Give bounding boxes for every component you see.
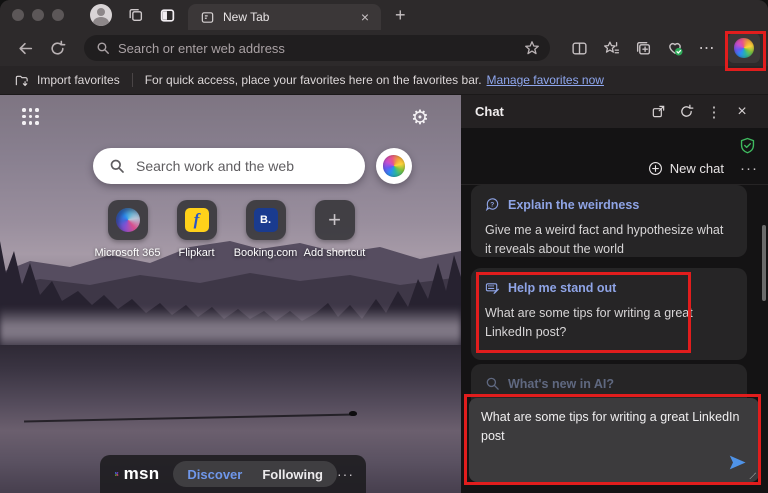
tab-close-icon[interactable]: × xyxy=(357,8,373,26)
shortcut-add[interactable]: + Add shortcut xyxy=(300,200,369,259)
chat-input-text: What are some tips for writing a great L… xyxy=(481,410,739,443)
minimize-window-button[interactable] xyxy=(32,9,44,21)
msn-feed-bar: msn Discover Following ··· xyxy=(100,455,366,493)
title-bar: New Tab × + xyxy=(0,0,768,30)
page-settings-gear-icon[interactable]: ⚙ xyxy=(406,103,434,131)
close-sidebar-icon[interactable]: × xyxy=(730,100,754,124)
chat-options-icon[interactable]: ··· xyxy=(740,160,758,177)
import-favorites-icon xyxy=(14,73,29,88)
chat-input[interactable]: What are some tips for writing a great L… xyxy=(469,398,759,482)
web-search-input[interactable]: Search work and the web xyxy=(93,148,365,184)
microsoft-365-icon xyxy=(116,208,140,232)
tab-following[interactable]: Following xyxy=(252,467,333,482)
sidebar-title: Chat xyxy=(475,104,642,119)
new-chat-label: New chat xyxy=(670,161,724,176)
browser-window: New Tab × + Search or enter web address xyxy=(0,0,768,493)
plus-circle-icon xyxy=(648,161,663,176)
favorite-star-icon[interactable] xyxy=(524,40,540,56)
favorites-hint-text: For quick access, place your favorites h… xyxy=(145,73,482,87)
protected-shield-icon[interactable] xyxy=(739,137,756,154)
svg-text:?: ? xyxy=(490,202,494,209)
address-placeholder: Search or enter web address xyxy=(118,41,524,56)
browser-essentials-icon[interactable] xyxy=(662,35,688,61)
address-bar[interactable]: Search or enter web address xyxy=(84,35,550,61)
new-tab-button[interactable]: + xyxy=(395,6,406,24)
favorites-icon[interactable] xyxy=(598,35,624,61)
refresh-icon[interactable] xyxy=(44,35,70,61)
manage-favorites-link[interactable]: Manage favorites now xyxy=(487,73,604,87)
quick-links: Microsoft 365 f Flipkart B. Booking.com … xyxy=(93,200,369,259)
search-icon xyxy=(96,41,110,55)
divider xyxy=(132,73,133,87)
tab-new-tab[interactable]: New Tab × xyxy=(188,4,381,30)
refresh-sidebar-icon[interactable] xyxy=(674,100,698,124)
new-chat-button[interactable]: New chat xyxy=(648,161,724,176)
app-launcher-icon[interactable] xyxy=(22,108,40,126)
search-icon xyxy=(485,376,500,391)
workspaces-icon[interactable] xyxy=(126,6,144,24)
msn-logo-text: msn xyxy=(124,464,160,484)
msn-logo-icon xyxy=(114,464,120,484)
chat-question-icon: ? xyxy=(485,197,500,212)
tab-favicon xyxy=(200,10,215,25)
sidebar-scrollbar[interactable] xyxy=(762,225,766,301)
search-placeholder: Search work and the web xyxy=(136,158,294,174)
import-favorites-button[interactable]: Import favorites xyxy=(37,73,120,87)
resize-grip[interactable] xyxy=(749,472,756,479)
shortcut-booking[interactable]: B. Booking.com xyxy=(231,200,300,259)
flipkart-icon: f xyxy=(185,208,209,232)
search-icon xyxy=(109,158,125,174)
send-icon[interactable] xyxy=(725,450,749,474)
settings-menu-icon[interactable]: ⋯ xyxy=(694,35,720,61)
back-icon[interactable] xyxy=(12,35,38,61)
sidebar-header: Chat ⋮ × xyxy=(461,95,768,128)
close-window-button[interactable] xyxy=(12,9,24,21)
booking-icon: B. xyxy=(254,208,278,232)
suggestion-card-help-me-stand-out[interactable]: Help me stand out What are some tips for… xyxy=(471,268,747,360)
compose-keyboard-icon xyxy=(485,280,500,295)
shortcut-flipkart[interactable]: f Flipkart xyxy=(162,200,231,259)
zoom-window-button[interactable] xyxy=(52,9,64,21)
collections-icon[interactable] xyxy=(630,35,656,61)
msn-more-icon[interactable]: ··· xyxy=(337,466,354,482)
copilot-search-button[interactable] xyxy=(376,148,412,184)
new-tab-page: ⚙ Search work and the web Microsoft 365 xyxy=(0,95,461,493)
msn-feed-tabs: Discover Following xyxy=(173,461,337,487)
open-in-new-window-icon[interactable] xyxy=(646,100,670,124)
split-screen-icon[interactable] xyxy=(566,35,592,61)
sidebar-more-icon[interactable]: ⋮ xyxy=(702,100,726,124)
tab-title: New Tab xyxy=(223,10,357,24)
shortcut-microsoft-365[interactable]: Microsoft 365 xyxy=(93,200,162,259)
tab-discover[interactable]: Discover xyxy=(177,467,252,482)
copilot-toolbar-button[interactable] xyxy=(728,33,760,63)
plus-icon: + xyxy=(328,209,341,231)
suggestion-card-explain-weirdness[interactable]: ? Explain the weirdness Give me a weird … xyxy=(471,185,747,257)
chat-panel: New chat ··· ? Explain the weirdness Giv… xyxy=(461,128,768,493)
navigation-toolbar: Search or enter web address xyxy=(0,30,768,66)
tab-layout-icon[interactable] xyxy=(158,6,176,24)
duck xyxy=(349,411,357,416)
favorites-bar: Import favorites For quick access, place… xyxy=(0,66,768,95)
copilot-sidebar: Chat ⋮ × xyxy=(461,95,768,493)
copilot-icon xyxy=(734,38,754,58)
copilot-icon xyxy=(383,155,405,177)
profile-avatar[interactable] xyxy=(90,4,112,26)
